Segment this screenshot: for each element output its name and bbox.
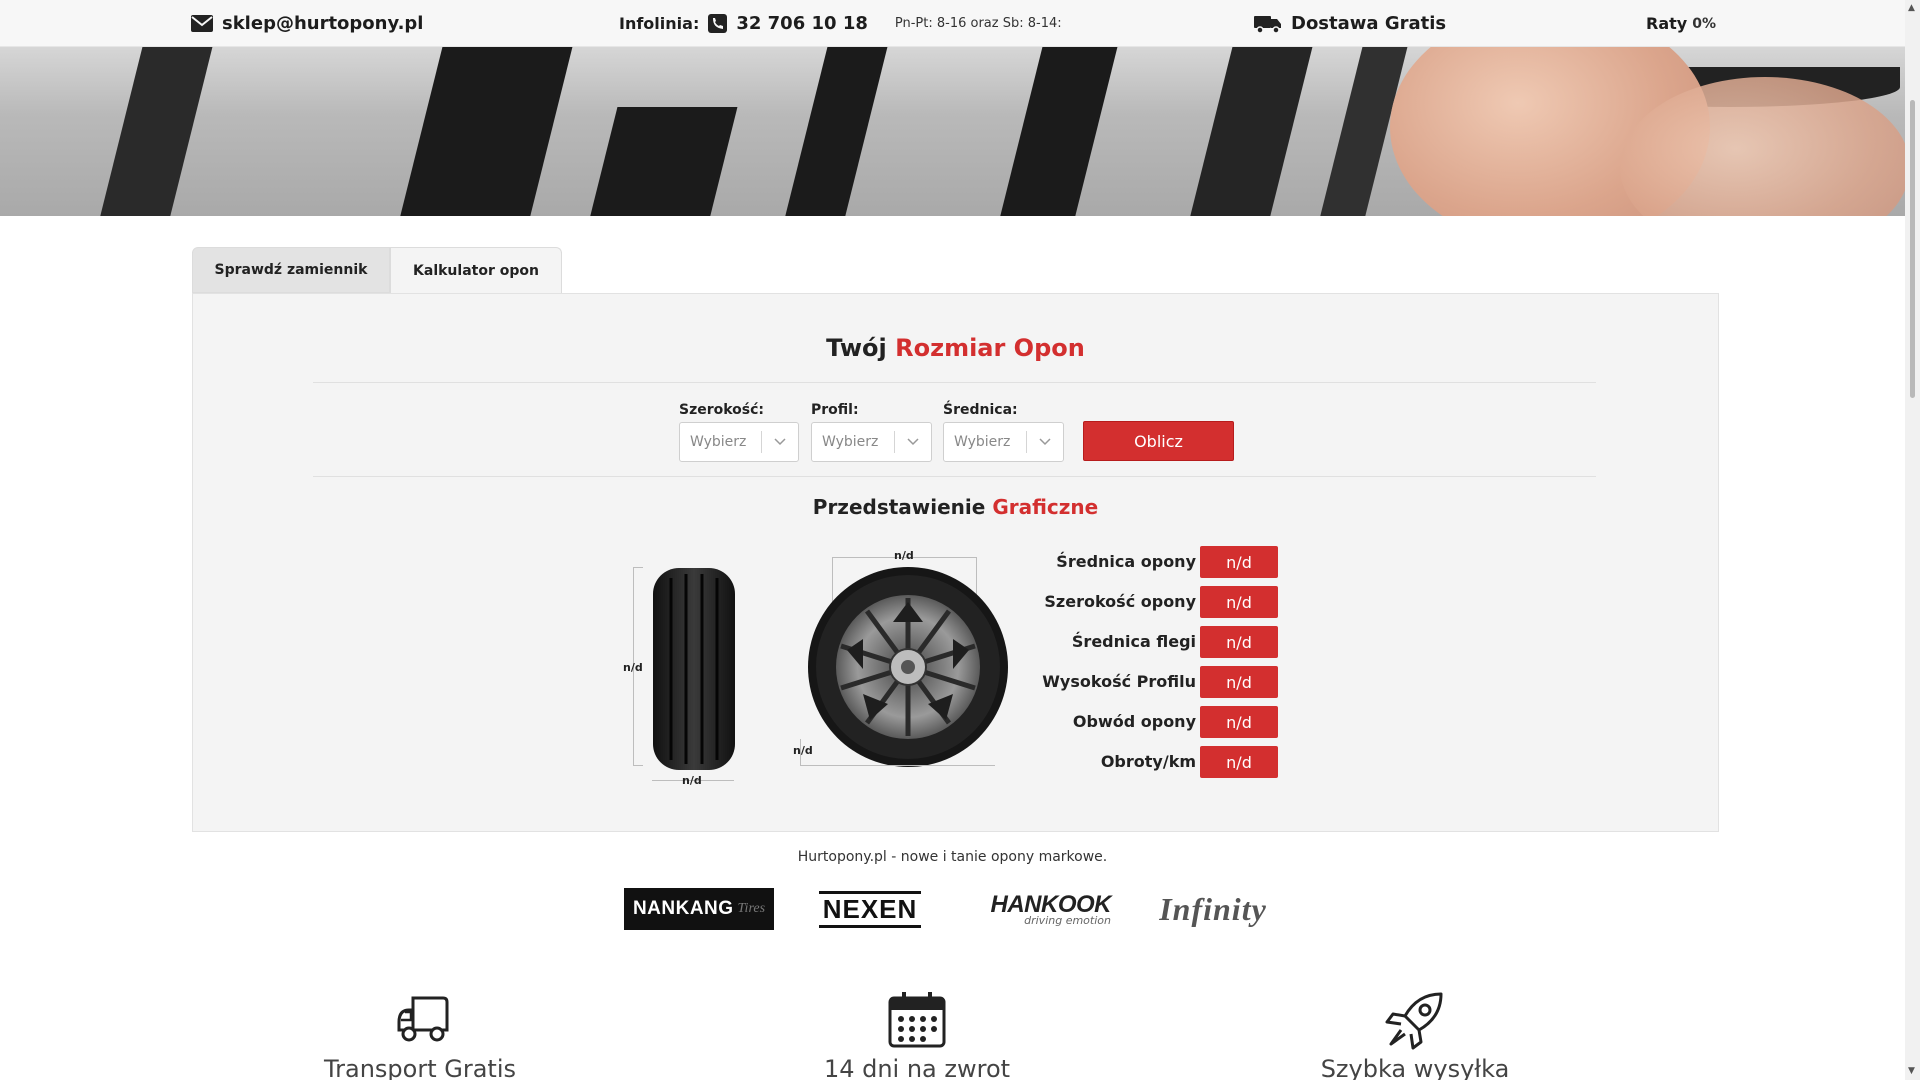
top-bar: sklep@hurtopony.pl Infolinia: 32 706 10 … bbox=[0, 0, 1905, 47]
feature-fast-shipping: Szybka wysyłka bbox=[1320, 1055, 1510, 1080]
rim-diameter-label: n/d bbox=[894, 549, 914, 562]
spec-rim-diameter-label: Średnica flegi bbox=[1071, 632, 1196, 651]
envelope-icon bbox=[191, 15, 213, 32]
nankang-text: NANKANG bbox=[632, 898, 734, 919]
spec-profile-height-value: n/d bbox=[1200, 666, 1278, 698]
email-link[interactable]: sklep@hurtopony.pl bbox=[222, 13, 423, 34]
spec-rim-diameter-value: n/d bbox=[1200, 626, 1278, 658]
divider bbox=[313, 476, 1596, 477]
phone-number[interactable]: 32 706 10 18 bbox=[736, 13, 868, 34]
hankook-logo[interactable]: HANKOOK driving emotion bbox=[966, 888, 1112, 930]
tire-side-image bbox=[653, 568, 735, 770]
opening-hours: Pn-Pt: 8-16 oraz Sb: 8-14: bbox=[894, 16, 1062, 31]
profile-select-value: Wybierz bbox=[822, 434, 879, 450]
calculator-title: Twój Rozmiar Opon bbox=[193, 334, 1718, 362]
calculator-title-black: Twój bbox=[826, 334, 887, 362]
graphic-title-black: Przedstawienie bbox=[812, 495, 986, 519]
tagline: Hurtopony.pl - nowe i tanie opony markow… bbox=[797, 849, 1108, 865]
spec-rotations-label: Obroty/km bbox=[1100, 752, 1196, 771]
width-select[interactable]: Wybierz bbox=[679, 422, 799, 462]
calculate-button[interactable]: Oblicz bbox=[1083, 421, 1234, 461]
width-select-value: Wybierz bbox=[690, 434, 747, 450]
spec-tire-diameter-label: Średnica opony bbox=[1056, 552, 1196, 571]
wheel-image bbox=[808, 567, 1008, 767]
rocket-icon bbox=[1385, 992, 1443, 1050]
tab-tire-calculator[interactable]: Kalkulator opon bbox=[390, 247, 562, 294]
hotline: Infolinia: 32 706 10 18 Pn-Pt: 8-16 oraz… bbox=[619, 0, 1062, 47]
scrollbar-thumb[interactable] bbox=[1910, 100, 1915, 398]
profile-select[interactable]: Wybierz bbox=[811, 422, 932, 462]
diameter-select[interactable]: Wybierz bbox=[943, 422, 1064, 462]
profile-label: Profil: bbox=[811, 402, 859, 418]
hotline-label: Infolinia: bbox=[619, 14, 700, 33]
tire-width-label: n/d bbox=[682, 774, 702, 787]
width-label: Szerokość: bbox=[679, 402, 765, 418]
tab-check-replacement[interactable]: Sprawdź zamiennik bbox=[192, 247, 390, 293]
delivery-text: Dostawa Gratis bbox=[1291, 13, 1447, 34]
feature-14-day-return: 14 dni na zwrot bbox=[823, 1055, 1011, 1080]
calculator-panel: Twój Rozmiar Opon Szerokość: Wybierz Pro… bbox=[192, 293, 1719, 832]
spec-circumference-value: n/d bbox=[1200, 706, 1278, 738]
diameter-label: Średnica: bbox=[943, 402, 1018, 418]
tire-height-cap bbox=[633, 765, 643, 766]
profile-line bbox=[800, 765, 995, 766]
installments-info[interactable]: Raty 0% bbox=[1646, 0, 1716, 47]
installments-label: Raty bbox=[1646, 14, 1688, 33]
chevron-down-icon bbox=[1027, 438, 1063, 446]
delivery-truck-icon bbox=[1254, 15, 1281, 34]
truck-icon bbox=[397, 996, 449, 1042]
graphic-title: Przedstawienie Graficzne bbox=[193, 495, 1718, 519]
hero-tire-tread-image bbox=[0, 47, 1905, 216]
calendar-icon bbox=[888, 992, 946, 1048]
profile-height-label: n/d bbox=[793, 744, 813, 757]
chevron-down-icon bbox=[762, 438, 798, 446]
infinity-text: Infinity bbox=[1159, 890, 1267, 927]
tire-height-label: n/d bbox=[623, 661, 643, 674]
spec-rotations-value: n/d bbox=[1200, 746, 1278, 778]
nankang-logo[interactable]: NANKANG Tires bbox=[624, 888, 774, 930]
nexen-logo[interactable]: NEXEN bbox=[805, 888, 935, 930]
spec-tire-diameter-value: n/d bbox=[1200, 546, 1278, 578]
feature-free-transport: Transport Gratis bbox=[324, 1055, 516, 1080]
spec-tire-width-value: n/d bbox=[1200, 586, 1278, 618]
spec-circumference-label: Obwód opony bbox=[1072, 712, 1196, 731]
phone-icon bbox=[708, 14, 728, 33]
spec-profile-height-label: Wysokość Profilu bbox=[1042, 672, 1196, 691]
spec-tire-width-label: Szerokość opony bbox=[1044, 592, 1196, 611]
page-scrollbar[interactable]: ▲ ▼ bbox=[1905, 0, 1920, 1080]
installments-value: 0% bbox=[1692, 15, 1716, 32]
delivery-info: Dostawa Gratis bbox=[1254, 0, 1446, 47]
graphic-title-red: Graficzne bbox=[992, 495, 1099, 519]
infinity-logo[interactable]: Infinity bbox=[1138, 888, 1288, 930]
nexen-text: NEXEN bbox=[818, 890, 922, 928]
email-contact[interactable]: sklep@hurtopony.pl bbox=[191, 0, 423, 47]
divider bbox=[313, 382, 1596, 383]
tire-height-cap bbox=[633, 567, 643, 568]
hankook-slogan: driving emotion bbox=[1024, 914, 1111, 927]
diameter-select-value: Wybierz bbox=[954, 434, 1011, 450]
chevron-down-icon bbox=[895, 438, 931, 446]
calculator-title-red: Rozmiar Opon bbox=[895, 334, 1085, 362]
nankang-tires-text: Tires bbox=[737, 901, 766, 916]
